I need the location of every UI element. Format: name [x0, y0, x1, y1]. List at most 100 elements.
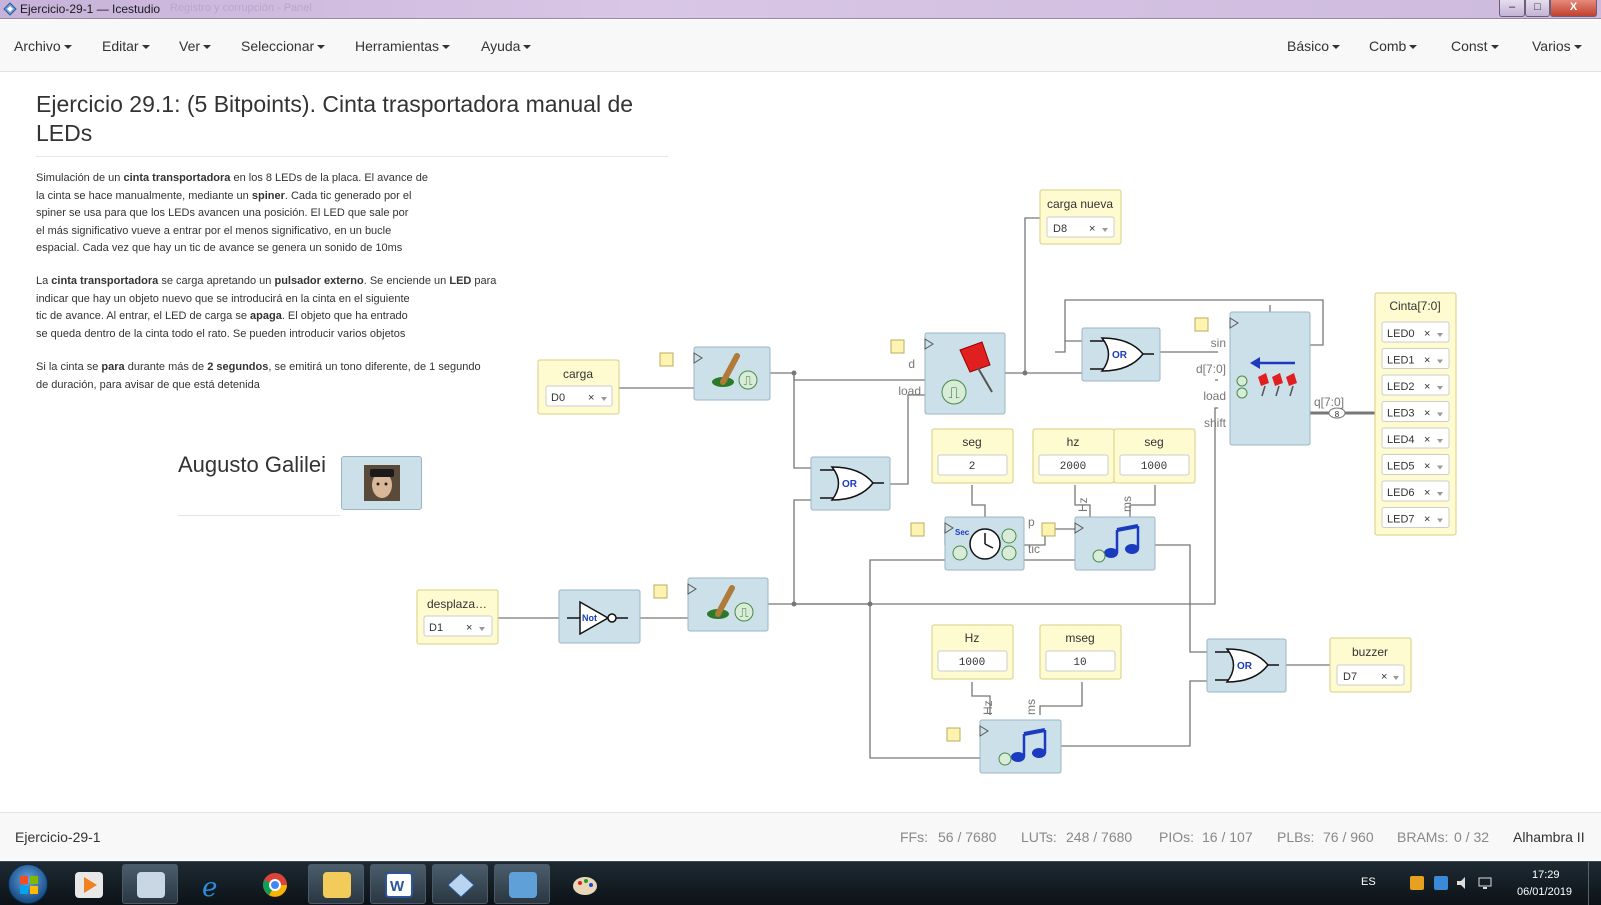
caret-down-icon: [523, 45, 532, 50]
menu-editar[interactable]: Editar: [102, 38, 150, 54]
not-gate[interactable]: Not: [558, 589, 641, 644]
led-pin-value: LED5: [1387, 461, 1415, 473]
constant-value: 2000: [1060, 461, 1086, 473]
led-pin-select[interactable]: LED6 ×: [1381, 480, 1450, 502]
led-pin-value: LED6: [1387, 487, 1415, 499]
taskbar-icestudio[interactable]: [432, 864, 488, 904]
checkbox-square[interactable]: [1194, 317, 1209, 332]
led-pin-select[interactable]: LED5 ×: [1381, 454, 1450, 475]
constant-value: 2: [969, 461, 976, 473]
output-buzzer[interactable]: buzzer D7 ×: [1329, 637, 1412, 693]
led-pin-value: LED3: [1387, 408, 1415, 420]
led-pin-select[interactable]: LED0 ×: [1381, 321, 1450, 343]
led-pin-select[interactable]: LED7 ×: [1381, 507, 1450, 528]
svg-text:⎍: ⎍: [743, 374, 752, 389]
clear-icon[interactable]: ×: [466, 622, 472, 634]
clear-icon[interactable]: ×: [1424, 381, 1430, 393]
author-name: Augusto Galilei: [178, 452, 326, 477]
input-carga[interactable]: carga D0 ×: [537, 359, 620, 415]
clear-icon[interactable]: ×: [1381, 671, 1387, 683]
checkbox-square[interactable]: [659, 352, 674, 367]
taskbar-calculator[interactable]: [122, 864, 178, 904]
clear-icon[interactable]: ×: [588, 392, 594, 404]
taskbar-chrome[interactable]: [246, 864, 302, 904]
constant-hz-1000[interactable]: Hz 1000: [931, 624, 1014, 680]
tone-block-1[interactable]: Hz ms: [1041, 496, 1156, 571]
output-cinta-bus[interactable]: Cinta[7:0] LED0 ×LED1 ×LED2 ×LED3 ×LED4 ×LED5…: [1374, 292, 1457, 536]
network-icon[interactable]: [1478, 876, 1492, 890]
constant-hz-2000[interactable]: hz 2000: [1032, 428, 1115, 484]
minimize-button[interactable]: –: [1499, 0, 1525, 17]
constant-mseg-10[interactable]: mseg 10: [1039, 624, 1122, 680]
input-label: carga nueva: [1047, 197, 1113, 211]
constant-value: 10: [1073, 657, 1086, 669]
taskbar-ie[interactable]: e: [184, 864, 240, 904]
tone-block-2[interactable]: Hz ms: [946, 699, 1062, 774]
taskbar-paint[interactable]: [556, 864, 612, 904]
led-pin-select[interactable]: LED4 ×: [1381, 427, 1450, 449]
dropbox-icon[interactable]: [1434, 876, 1448, 890]
board-name[interactable]: Alhambra II: [1513, 829, 1585, 845]
checkbox-square[interactable]: [890, 339, 905, 354]
pin-value: D8: [1053, 223, 1067, 235]
svg-text:W: W: [390, 878, 405, 895]
close-button[interactable]: X: [1550, 0, 1597, 17]
led-pin-select[interactable]: LED3 ×: [1381, 401, 1450, 422]
menu-ayuda[interactable]: Ayuda: [481, 38, 532, 54]
menu-archivo[interactable]: Archivo: [14, 38, 72, 54]
volume-icon[interactable]: [1456, 876, 1470, 890]
port-label-load: load: [1203, 389, 1226, 403]
clock-date[interactable]: 06/01/2019: [1517, 886, 1572, 898]
or-gate-1[interactable]: OR: [810, 456, 891, 511]
clear-icon[interactable]: ×: [1424, 328, 1430, 340]
project-name: Ejercicio-29-1: [15, 829, 101, 845]
menu-varios[interactable]: Varios: [1532, 38, 1582, 54]
led-pin-select[interactable]: LED1 ×: [1381, 348, 1450, 369]
constant-seg-2[interactable]: seg 2: [931, 428, 1014, 484]
input-label: carga: [563, 367, 593, 381]
or-gate-bottom[interactable]: OR: [1206, 638, 1287, 693]
pushbutton-block-1[interactable]: ⎍: [659, 346, 771, 401]
checkbox-square[interactable]: [946, 727, 961, 742]
clear-icon[interactable]: ×: [1424, 514, 1430, 526]
input-desplaza[interactable]: desplaza… D1 ×: [416, 589, 499, 645]
gate-label: OR: [842, 479, 858, 490]
clock-time[interactable]: 17:29: [1532, 869, 1560, 881]
show-desktop-button[interactable]: [1588, 862, 1601, 905]
menu-const[interactable]: Const: [1451, 38, 1499, 54]
timer-sec-block[interactable]: Sec p tic: [910, 515, 1040, 571]
pushbutton-block-2[interactable]: ⎍: [653, 577, 769, 632]
taskbar-word[interactable]: W: [370, 864, 426, 904]
clear-icon[interactable]: ×: [1424, 487, 1430, 499]
menu-basico[interactable]: Básico: [1287, 38, 1341, 54]
checkbox-square[interactable]: [910, 522, 925, 537]
tray-language[interactable]: ES: [1361, 876, 1376, 888]
tray-app-icon[interactable]: [1410, 876, 1424, 890]
input-carga-nueva[interactable]: carga nueva D8 ×: [1039, 189, 1122, 245]
author-photo-block[interactable]: [341, 456, 422, 510]
menu-label: Ayuda: [481, 38, 521, 54]
menu-seleccionar[interactable]: Seleccionar: [241, 38, 326, 54]
checkbox-square[interactable]: [1041, 522, 1056, 537]
clear-icon[interactable]: ×: [1424, 355, 1430, 367]
constant-seg-1000[interactable]: seg 1000: [1113, 428, 1196, 484]
clear-icon[interactable]: ×: [1089, 223, 1095, 235]
start-button[interactable]: [8, 864, 48, 904]
calculator-icon: [137, 872, 165, 898]
checkbox-square[interactable]: [653, 584, 668, 599]
gate-label: Not: [582, 613, 597, 623]
led-pin-select[interactable]: LED2 ×: [1381, 374, 1450, 396]
maximize-button[interactable]: □: [1525, 0, 1550, 17]
clear-icon[interactable]: ×: [1424, 461, 1430, 473]
menu-ver[interactable]: Ver: [179, 38, 212, 54]
taskbar-media-player[interactable]: [60, 864, 116, 904]
luts-label: LUTs:: [1021, 829, 1057, 845]
menu-comb[interactable]: Comb: [1369, 38, 1418, 54]
clear-icon[interactable]: ×: [1424, 434, 1430, 446]
taskbar-explorer[interactable]: [308, 864, 364, 904]
clear-icon[interactable]: ×: [1424, 408, 1430, 420]
taskbar-screen-capture[interactable]: [494, 864, 550, 904]
menu-herramientas[interactable]: Herramientas: [355, 38, 451, 54]
or-gate-top[interactable]: OR: [1081, 327, 1161, 382]
paint-icon: [571, 872, 599, 898]
